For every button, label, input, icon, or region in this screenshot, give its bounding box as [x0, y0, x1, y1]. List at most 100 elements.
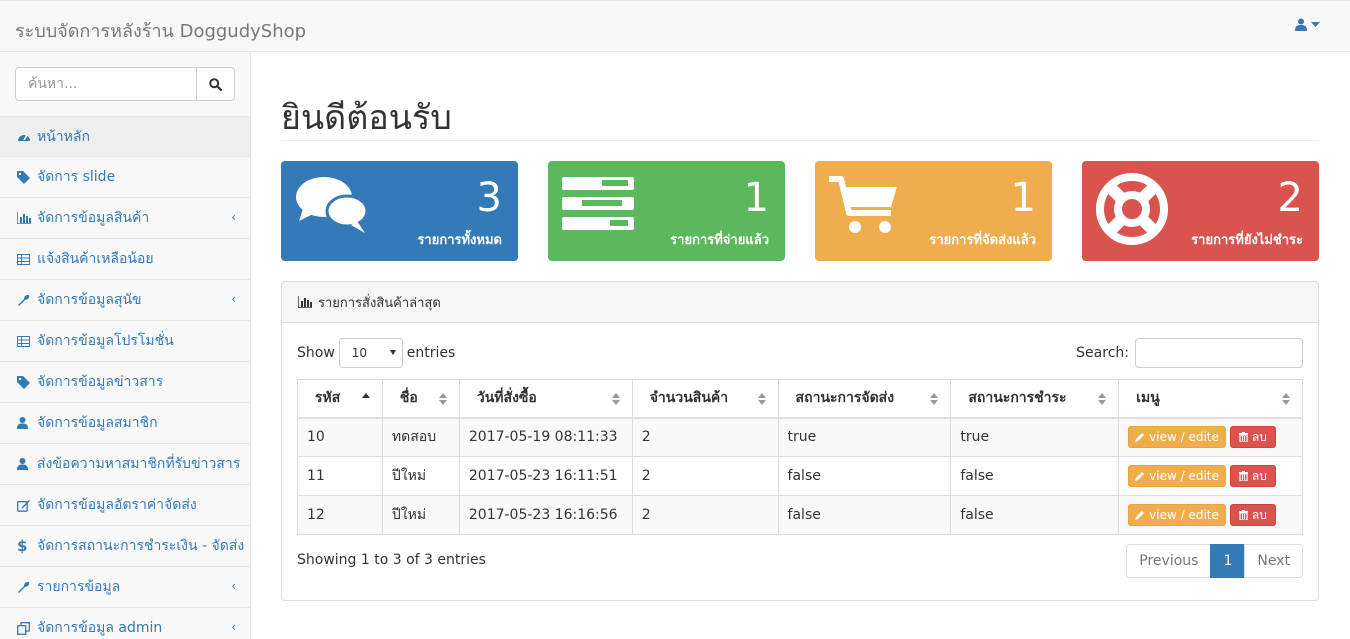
sidebar-menu: หน้าหลัก จัดการ slide จัดการข้อมูลสินค้า ‹ แ…: [0, 116, 250, 639]
shopping-cart-icon: [829, 176, 897, 233]
sidebar-search: [15, 67, 235, 101]
sidebar-item-3[interactable]: แจ้งสินค้าเหลือน้อย: [0, 239, 250, 280]
brand-title[interactable]: ระบบจัดการหลังร้าน DoggudyShop: [15, 16, 306, 45]
delete-button[interactable]: ลบ: [1229, 426, 1276, 449]
pencil-icon: [1135, 472, 1145, 481]
column-header-label: ชื่อ: [399, 390, 418, 407]
recent-orders-title: รายการสั่งสินค้าล่าสุด: [318, 295, 441, 311]
delete-label: ลบ: [1251, 468, 1267, 483]
column-header-5[interactable]: สถานะการชำระ: [950, 379, 1120, 419]
column-header-3[interactable]: จำนวนสินค้า: [631, 379, 779, 419]
table-cell: 12: [297, 495, 383, 535]
table-body: 10 ทดสอบ 2017-05-19 08:11:33 2 true true view …: [297, 417, 1303, 535]
pagination: Previous 1 Next: [1126, 544, 1303, 578]
sidebar-item-8[interactable]: ส่งข้อความหาสมาชิกที่รับข่าวสาร: [0, 444, 250, 485]
column-header-4[interactable]: สถานะการจัดส่ง: [777, 379, 952, 419]
tasks-icon: [562, 177, 634, 230]
sidebar-item-1[interactable]: จัดการ slide: [0, 157, 250, 198]
main-content: ยินดีต้อนรับ 3 รายการทั้งหมด 1 รายการที่…: [251, 52, 1350, 639]
search-button[interactable]: [197, 67, 235, 101]
table-actions-cell: view / edite ลบ: [1118, 456, 1303, 496]
sidebar-item-0[interactable]: หน้าหลัก: [0, 116, 250, 157]
table-cell: ทดสอบ: [381, 417, 460, 457]
delete-label: ลบ: [1251, 507, 1267, 522]
table-cell: ปีใหม่: [381, 495, 460, 535]
user-icon: [1295, 18, 1307, 31]
previous-page-button[interactable]: Previous: [1126, 544, 1212, 578]
tag-icon: [17, 170, 37, 184]
column-header-label: จำนวนสินค้า: [649, 390, 729, 407]
pencil-icon: [1135, 511, 1145, 520]
trash-icon: [1238, 471, 1248, 481]
sort-icon: [438, 393, 447, 405]
table-row: 10 ทดสอบ 2017-05-19 08:11:33 2 true true view …: [297, 417, 1303, 457]
length-control: Show 10 entries: [297, 338, 455, 368]
table-cell: false: [950, 495, 1120, 535]
wrench-icon: [17, 581, 37, 594]
table-actions-cell: view / edite ลบ: [1118, 417, 1303, 457]
sidebar-item-label: รายการข้อมูล: [37, 579, 121, 595]
column-header-1[interactable]: ชื่อ: [381, 379, 460, 419]
sidebar-item-7[interactable]: จัดการข้อมูลสมาชิก: [0, 403, 250, 444]
table-cell: 2017-05-23 16:16:56: [458, 495, 633, 535]
table-cell: 2: [631, 456, 779, 496]
panel-label: รายการที่ยังไม่ชำระ: [1191, 233, 1303, 248]
sidebar-item-label: จัดการข้อมูลอัตราค่าจัดส่ง: [37, 497, 197, 513]
sidebar-item-12[interactable]: จัดการข้อมูล admin ‹: [0, 608, 250, 639]
column-header-label: เมนู: [1136, 390, 1160, 407]
view-edit-button[interactable]: view / edite: [1128, 426, 1226, 449]
chevron-down-icon: [389, 350, 396, 355]
column-header-6[interactable]: เมนู: [1118, 379, 1303, 419]
sort-icon: [1282, 393, 1290, 405]
next-page-button[interactable]: Next: [1244, 544, 1303, 578]
life-ring-icon: [1096, 173, 1168, 245]
search-icon: [209, 77, 222, 91]
sidebar-item-4[interactable]: จัดการข้อมูลสุนัข ‹: [0, 280, 250, 321]
table-info: Showing 1 to 3 of 3 entries: [297, 552, 486, 568]
user-icon: [17, 417, 37, 429]
table-cell: true: [777, 417, 952, 457]
sidebar-item-11[interactable]: รายการข้อมูล ‹: [0, 567, 250, 608]
table-cell: false: [777, 495, 952, 535]
tag-icon: [17, 375, 37, 389]
sidebar-item-5[interactable]: จัดการข้อมูลโปรโมชั่น: [0, 321, 250, 362]
table-cell: 2017-05-19 08:11:33: [458, 417, 633, 457]
sidebar-item-label: จัดการข้อมูลสุนัข: [37, 292, 142, 308]
table-search: Search:: [1076, 338, 1303, 368]
title-divider: [281, 140, 1319, 141]
sidebar-item-10[interactable]: $ จัดการสถานะการชำระเงิน - จัดส่ง: [0, 526, 250, 567]
page-1-button[interactable]: 1: [1210, 544, 1246, 578]
table-cell: ปีใหม่: [381, 456, 460, 496]
dashboard-icon: [17, 131, 37, 142]
sidebar-item-9[interactable]: จัดการข้อมูลอัตราค่าจัดส่ง: [0, 485, 250, 526]
view-edit-button[interactable]: view / edite: [1128, 465, 1226, 487]
view-edit-label: view / edite: [1149, 430, 1219, 445]
pencil-icon: [1135, 433, 1145, 443]
panel-shipped-orders[interactable]: 1 รายการที่จัดส่งแล้ว: [815, 161, 1052, 261]
comments-icon: [296, 177, 369, 233]
table-header-row: รหัส ชื่อ วันที่สั่งซื้อ จำนวนสินค้า สถานะกา…: [297, 379, 1303, 419]
delete-button[interactable]: ลบ: [1229, 504, 1276, 526]
panel-label: รายการทั้งหมด: [417, 233, 502, 248]
chevron-left-icon: ‹: [231, 579, 236, 593]
table-search-input[interactable]: [1135, 338, 1303, 368]
sidebar-item-2[interactable]: จัดการข้อมูลสินค้า ‹: [0, 198, 250, 239]
column-header-label: วันที่สั่งซื้อ: [476, 390, 537, 407]
entries-per-page-value: 10: [351, 346, 368, 360]
view-edit-button[interactable]: view / edite: [1128, 504, 1226, 526]
table-cell: true: [950, 417, 1120, 457]
orders-table: รหัส ชื่อ วันที่สั่งซื้อ จำนวนสินค้า สถานะกา…: [297, 379, 1303, 535]
panel-total-orders[interactable]: 3 รายการทั้งหมด: [281, 161, 518, 261]
delete-button[interactable]: ลบ: [1229, 465, 1276, 487]
column-header-0[interactable]: รหัส: [297, 379, 383, 419]
user-menu-toggle[interactable]: [1295, 18, 1320, 31]
panel-unpaid-orders[interactable]: 2 รายการที่ยังไม่ชำระ: [1082, 161, 1319, 261]
table-cell: 10: [297, 417, 383, 457]
search-input[interactable]: [15, 67, 197, 101]
entries-per-page-select[interactable]: 10: [338, 338, 403, 368]
sidebar-item-6[interactable]: จัดการข้อมูลข่าวสาร: [0, 362, 250, 403]
chevron-left-icon: ‹: [231, 620, 236, 634]
column-header-2[interactable]: วันที่สั่งซื้อ: [458, 379, 633, 419]
panel-paid-orders[interactable]: 1 รายการที่จ่ายแล้ว: [548, 161, 785, 261]
table-cell: 2017-05-23 16:11:51: [458, 456, 633, 496]
